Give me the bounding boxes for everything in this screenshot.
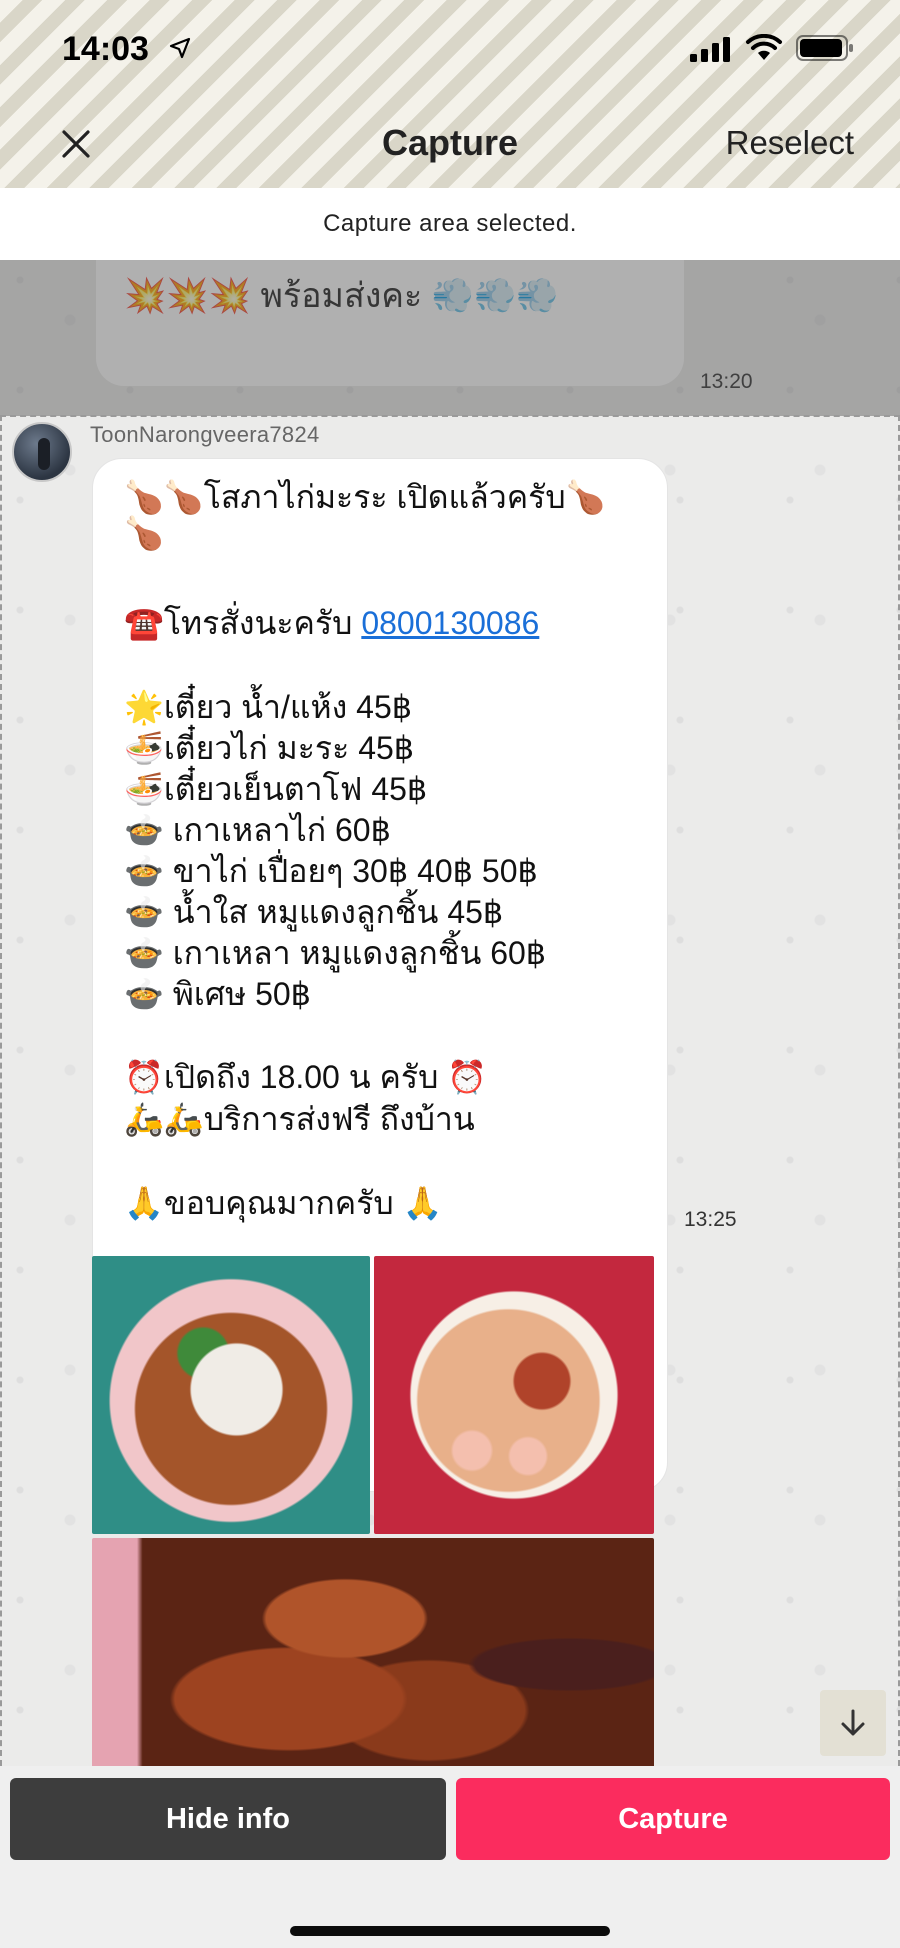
food-photo[interactable] [92, 1256, 370, 1534]
sender-username: ToonNarongveera7824 [90, 422, 320, 447]
reselect-button[interactable]: Reselect [726, 124, 854, 162]
status-time: 14:03 [62, 30, 149, 68]
bottom-action-bar: Hide info Capture [0, 1766, 900, 1948]
close-icon[interactable] [54, 122, 98, 166]
selection-top-border [0, 415, 900, 417]
scroll-down-button[interactable] [820, 1690, 886, 1756]
menu-item: 🍲 พิเศษ 50฿ [124, 976, 312, 1012]
message-line: 🍗🍗โสภาไก่มะระ เปิดแล้วครับ🍗 [124, 479, 606, 515]
capture-button[interactable]: Capture [456, 1778, 890, 1860]
wifi-icon [746, 34, 782, 60]
message-line-phone: ☎️โทรสั่งนะครับ 0800130086 [124, 598, 539, 649]
message-line: 🍗 [124, 515, 164, 551]
phone-label: ☎️โทรสั่งนะครับ [124, 605, 362, 641]
arrow-down-icon [841, 1709, 865, 1736]
capture-notice: Capture area selected. [0, 188, 900, 260]
hide-info-button[interactable]: Hide info [10, 1778, 446, 1860]
message-time: 13:25 [684, 1208, 737, 1231]
battery-icon [796, 35, 853, 61]
phone-number-link[interactable]: 0800130086 [361, 605, 539, 641]
nav-bar: Capture Reselect [0, 100, 900, 188]
cellular-signal-icon [690, 37, 730, 62]
unselected-dim-overlay [0, 260, 900, 416]
avatar[interactable] [12, 422, 72, 482]
chat-area[interactable]: 💥💥💥 พร้อมส่งคะ 💨💨💨 13:20 ToonNarongveera… [0, 260, 900, 1766]
location-arrow-icon [169, 37, 191, 59]
capture-header: 14:03 Capture Reselect [0, 0, 900, 188]
message-line: 🛵🛵บริการส่งฟรี ถึงบ้าน [124, 1101, 475, 1137]
food-photo[interactable] [92, 1538, 654, 1766]
selection-left-border [0, 415, 2, 1766]
status-bar: 14:03 [0, 0, 900, 100]
home-indicator [290, 1926, 610, 1936]
food-photo[interactable] [374, 1256, 654, 1534]
message-line: 🙏ขอบคุณมากครับ 🙏 [124, 1185, 443, 1221]
